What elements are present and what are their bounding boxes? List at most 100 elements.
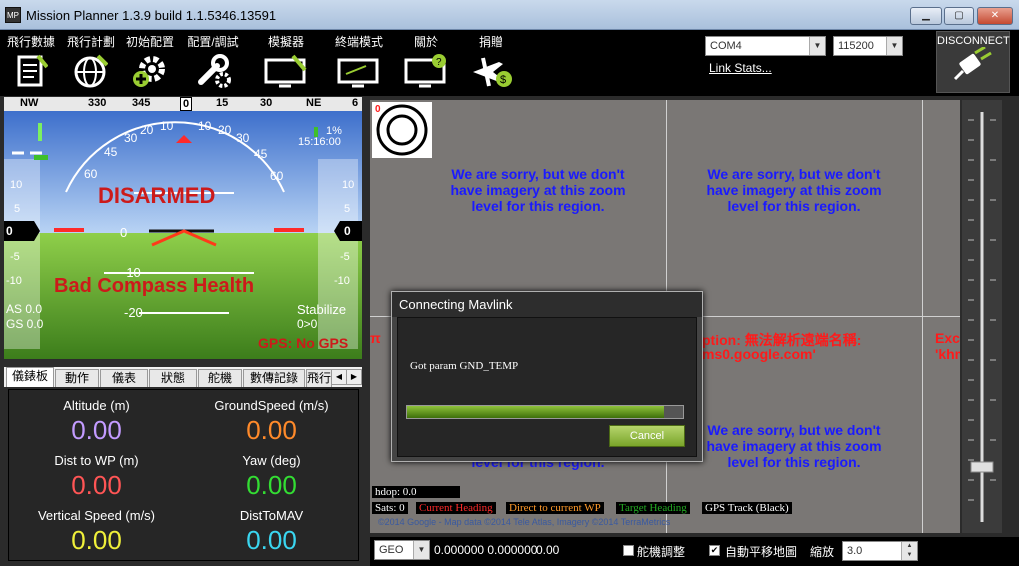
menu-donate[interactable]: 捐贈 $ bbox=[462, 30, 520, 96]
config-tuning-icon bbox=[198, 54, 231, 88]
zoom-stepper[interactable]: 3.0 ▲ ▼ bbox=[842, 541, 918, 561]
tab-actions[interactable]: 動作 bbox=[55, 369, 99, 387]
heading-tick: 15 bbox=[216, 97, 229, 109]
minimize-button[interactable]: ▁ bbox=[910, 7, 942, 25]
menu-config-tuning[interactable]: 配置/調試 bbox=[182, 30, 244, 96]
legend-direct-to-wp: Direct to current WP bbox=[506, 502, 604, 514]
chevron-down-icon: ▼ bbox=[413, 541, 429, 559]
alt-tape-label: -10 bbox=[334, 275, 350, 287]
tab-status[interactable]: 狀態 bbox=[149, 369, 197, 387]
roll-label: 60 bbox=[84, 167, 98, 181]
dialog-status-message: Got param GND_TEMP bbox=[410, 360, 519, 372]
quick-yaw[interactable]: Yaw (deg) 0.00 bbox=[184, 453, 359, 501]
heading-tick: 345 bbox=[132, 97, 151, 109]
speed-tape-current: 0 bbox=[6, 224, 13, 238]
menu-terminal[interactable]: 終端模式 bbox=[328, 30, 390, 96]
airspeed-readout: AS 0.0 bbox=[6, 302, 43, 316]
maximize-button[interactable]: ▢ bbox=[944, 7, 974, 25]
servo-adjust-checkbox[interactable] bbox=[623, 545, 634, 556]
pitch-label: 0 bbox=[120, 225, 128, 240]
hdop-readout: hdop: 0.0 bbox=[372, 486, 460, 498]
heading-tick: 30 bbox=[260, 97, 273, 109]
progress-fill bbox=[407, 406, 664, 418]
quick-vertical-speed[interactable]: Vertical Speed (m/s) 0.00 bbox=[9, 508, 184, 556]
flight-plan-icon bbox=[74, 54, 108, 88]
quick-dist-to-wp[interactable]: Dist to WP (m) 0.00 bbox=[9, 453, 184, 501]
roll-label: 30 bbox=[236, 131, 250, 145]
zoom-slider[interactable] bbox=[962, 100, 1002, 533]
speed-tape-label: -10 bbox=[6, 275, 22, 287]
heading-current: 0 bbox=[180, 97, 193, 111]
param-progress-bar bbox=[406, 405, 684, 419]
quick-altitude[interactable]: Altitude (m) 0.00 bbox=[9, 398, 184, 446]
legend-target-heading: Target Heading bbox=[616, 502, 690, 514]
dialog-body: Got param GND_TEMP Cancel bbox=[397, 317, 697, 457]
quick-view-panel: Altitude (m) 0.00 GroundSpeed (m/s) 0.00… bbox=[8, 389, 359, 561]
app-logo-icon: MP bbox=[5, 7, 21, 23]
sats-readout: Sats: 0 bbox=[372, 502, 408, 514]
roll-label: 20 bbox=[140, 123, 154, 137]
cancel-button[interactable]: Cancel bbox=[609, 425, 685, 447]
waypoint-info: 0>0 bbox=[297, 317, 318, 331]
no-imagery-message: We are sorry, but we don't have imagery … bbox=[706, 166, 882, 214]
map-exception-text: 'khm bbox=[935, 346, 960, 362]
menu-flight-data[interactable]: 飛行數據 bbox=[2, 30, 60, 96]
menu-simulation[interactable]: 模擬器 bbox=[254, 30, 318, 96]
window-title: Mission Planner 1.3.9 build 1.1.5346.135… bbox=[26, 8, 277, 23]
chevron-right-icon[interactable]: ▶ bbox=[346, 369, 362, 385]
legend-gps-track: GPS Track (Black) bbox=[702, 502, 792, 514]
zoom-label: 縮放 bbox=[810, 545, 835, 559]
map-type-select[interactable]: GEO ▼ bbox=[374, 540, 430, 560]
initial-setup-icon bbox=[133, 56, 165, 87]
speed-tape-label: 5 bbox=[14, 203, 21, 215]
simulation-icon bbox=[264, 54, 307, 88]
alt-tape-current: 0 bbox=[344, 224, 351, 238]
roll-label: 45 bbox=[104, 145, 118, 159]
chevron-down-icon: ▼ bbox=[886, 37, 902, 55]
menu-flight-plan[interactable]: 飛行計劃 bbox=[62, 30, 120, 96]
no-imagery-message: We are sorry, but we don't have imagery … bbox=[706, 422, 882, 470]
close-button[interactable]: ✕ bbox=[977, 7, 1013, 25]
hud-clock: 15:16:00 bbox=[298, 136, 341, 148]
roll-label: 10 bbox=[198, 119, 212, 133]
menu-help[interactable]: 關於 ? bbox=[398, 30, 454, 96]
heading-tick: 330 bbox=[88, 97, 107, 109]
quick-dist-to-mav[interactable]: DistToMAV 0.00 bbox=[184, 508, 359, 556]
baud-rate-select[interactable]: 115200 ▼ bbox=[833, 36, 903, 56]
heading-tick: NW bbox=[20, 97, 39, 109]
armed-status: DISARMED bbox=[98, 183, 216, 208]
heading-tick: 6 bbox=[352, 97, 359, 109]
gps-status: GPS: No GPS bbox=[258, 335, 349, 351]
cursor-alt: 0.00 bbox=[536, 543, 560, 557]
com-port-select[interactable]: COM4 ▼ bbox=[705, 36, 826, 56]
tab-telemetry-logs[interactable]: 數傳記錄 bbox=[243, 369, 305, 387]
quick-groundspeed[interactable]: GroundSpeed (m/s) 0.00 bbox=[184, 398, 359, 446]
pitch-label: -10 bbox=[122, 265, 141, 280]
stepper-arrows-icon[interactable]: ▲ ▼ bbox=[901, 542, 917, 560]
speed-tape-label: 10 bbox=[10, 179, 23, 191]
chevron-down-icon: ▼ bbox=[809, 37, 825, 55]
tab-flight[interactable]: 飛行 bbox=[306, 369, 332, 387]
tab-gauges[interactable]: 儀表 bbox=[100, 369, 148, 387]
flight-data-icon bbox=[17, 54, 48, 87]
auto-pan-checkbox[interactable]: ✔ bbox=[709, 545, 720, 556]
plug-icon bbox=[953, 45, 992, 81]
hud-display: NW 330 345 0 15 30 NE 6 DISARMED Bad Com… bbox=[4, 97, 362, 359]
compass-icon bbox=[376, 104, 428, 156]
alt-tape-label: 5 bbox=[344, 203, 351, 215]
title-bar: MP Mission Planner 1.3.9 build 1.1.5346.… bbox=[0, 0, 1019, 30]
flight-data-tabs: 儀錶板 動作 儀表 狀態 舵機 數傳記錄 飛行 ◀ ▶ bbox=[4, 367, 362, 387]
roll-label: 60 bbox=[270, 169, 284, 183]
disconnect-button[interactable]: DISCONNECT bbox=[936, 31, 1010, 93]
tab-servo[interactable]: 舵機 bbox=[198, 369, 242, 387]
heading-tick: NE bbox=[306, 97, 322, 109]
link-stats-link[interactable]: Link Stats... bbox=[709, 61, 772, 75]
menu-initial-setup[interactable]: 初始配置 bbox=[122, 30, 178, 96]
connecting-mavlink-dialog: Connecting Mavlink Got param GND_TEMP Ca… bbox=[391, 291, 703, 462]
tab-dashboard[interactable]: 儀錶板 bbox=[6, 367, 54, 387]
heading-compass: 0 bbox=[372, 102, 432, 158]
chevron-left-icon[interactable]: ◀ bbox=[331, 369, 347, 385]
alt-tape-label: -5 bbox=[340, 251, 350, 263]
roll-label: 30 bbox=[124, 131, 138, 145]
zoom-slider-track bbox=[968, 112, 996, 522]
